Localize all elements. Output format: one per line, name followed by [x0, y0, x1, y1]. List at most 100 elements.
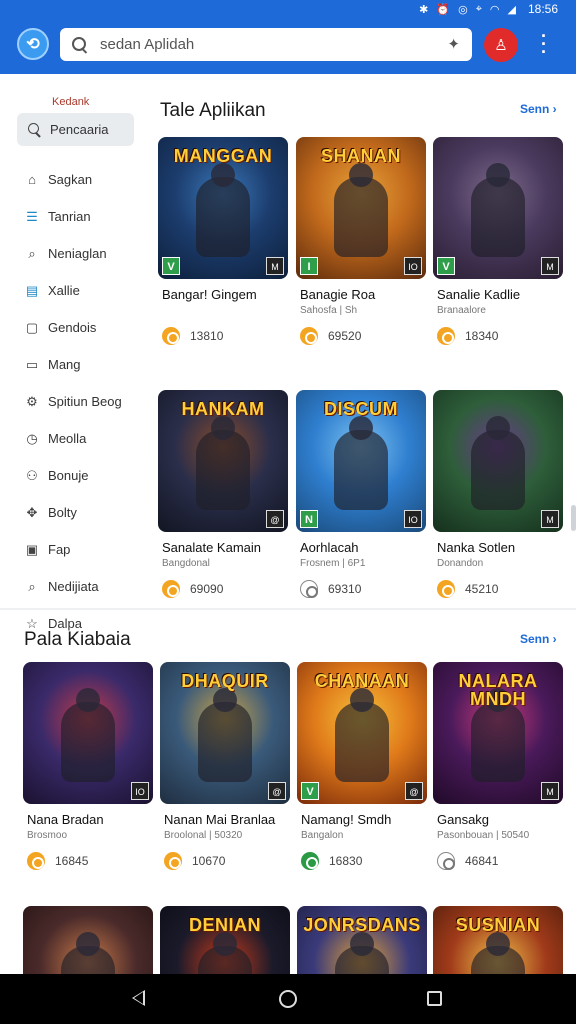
app-thumbnail[interactable]: DISCUM N IO [296, 390, 426, 532]
app-card[interactable]: IO Nana Bradan Brosmoo 16845 [23, 662, 153, 870]
section-title-featured: Pala Kiabaia [24, 629, 131, 650]
app-name: Nana Bradan [27, 812, 104, 827]
alarm-icon: ⏰ [436, 3, 451, 16]
app-subtitle: Bangalon [301, 830, 344, 841]
sidebar-item[interactable]: ▣ Fap [0, 531, 145, 568]
app-card[interactable]: DHAQUIR @ Nanan Mai Branlaa Broolonal | 503… [160, 662, 290, 870]
overflow-menu-icon[interactable]: · · · [536, 27, 552, 61]
thumbnail-character [198, 688, 252, 782]
app-rating: 69310 [300, 580, 361, 598]
sidebar: Kedank Pencaaria ⌂ Sagkan ☰ Tanrian ⌕ Neniagl… [0, 74, 145, 631]
publisher-badge-icon: M [266, 257, 284, 275]
scroll-edge-hint[interactable] [571, 505, 576, 531]
app-thumbnail[interactable]: SHANAN I IO [296, 137, 426, 279]
sidebar-item-label: Gendois [48, 320, 97, 335]
app-rating: 69520 [300, 327, 361, 345]
app-thumbnail[interactable]: MANGGAN V M [158, 137, 288, 279]
app-name: Sanalie Kadlie [437, 287, 521, 302]
status-icons: ✱ ⏰ ◎ ⌖ ◠ ◢ 18:56 [419, 2, 558, 16]
app-name: Sanalate Kamain [162, 540, 262, 555]
thumbnail-character [196, 416, 250, 510]
app-rating: 46841 [437, 852, 498, 870]
back-icon[interactable] [132, 990, 145, 1006]
sidebar-item[interactable]: ⌂ Sagkan [0, 161, 145, 198]
thumbnail-title: HANKAM [181, 399, 265, 419]
app-thumbnail[interactable]: IO [23, 662, 153, 804]
sidebar-item-label: Spitiun Beog [48, 394, 122, 409]
sidebar-item[interactable]: ✥ Bolty [0, 494, 145, 531]
app-rating: 45210 [437, 580, 498, 598]
status-bar: ✱ ⏰ ◎ ⌖ ◠ ◢ 18:56 [0, 0, 576, 18]
sidebar-item[interactable]: ⚙ Spitiun Beog [0, 383, 145, 420]
app-card[interactable]: HANKAM @ Sanalate Kamain Bangdonal 69090 [158, 390, 288, 598]
sidebar-item-label: Tanrian [48, 209, 91, 224]
app-thumbnail[interactable]: NALARA MNDH M [433, 662, 563, 804]
see-all-link-featured[interactable]: Senn › [520, 632, 557, 646]
app-thumbnail[interactable]: HANKAM @ [158, 390, 288, 532]
app-card[interactable]: V M Sanalie Kadlie Branaalore 18340 [433, 137, 563, 345]
sidebar-item[interactable]: ▢ Gendois [0, 309, 145, 346]
app-card[interactable]: M Nanka Sotlen Donandon 45210 [433, 390, 563, 598]
rating-badge-icon: V [301, 782, 319, 800]
app-name: Banagie Roa [300, 287, 376, 302]
thumbnail-character [196, 163, 250, 257]
gamepad-icon: ✥ [26, 504, 38, 520]
app-card[interactable]: CHANAAN V @ Namang! Smdh Bangalon 16830 [297, 662, 427, 870]
coin-icon [162, 327, 180, 345]
sidebar-search-label: Pencaaria [50, 122, 109, 137]
section-title-top-apps: Tale Apliikan [160, 100, 266, 121]
rating-badge-icon: N [300, 510, 318, 528]
thumbnail-character [471, 416, 525, 510]
thumbnail-title: CHANAAN [314, 671, 410, 691]
app-thumbnail[interactable]: DHAQUIR @ [160, 662, 290, 804]
search-icon: ⌕ [28, 578, 36, 594]
app-card[interactable]: MANGGAN V M Bangar! Gingem 13810 [158, 137, 288, 345]
sidebar-item[interactable]: ☰ Tanrian [0, 198, 145, 235]
sidebar-item[interactable]: ▤ Xallie [0, 272, 145, 309]
people-icon: ⚇ [26, 467, 38, 483]
app-subtitle: Pasonbouan | 50540 [437, 830, 530, 841]
recents-icon[interactable] [427, 991, 442, 1006]
app-card[interactable]: SHANAN I IO Banagie Roa Sahosfa | Sh 69520 [296, 137, 426, 345]
rating-value: 18340 [465, 329, 499, 343]
search-input[interactable] [100, 36, 430, 53]
publisher-badge-icon: M [541, 510, 559, 528]
sidebar-item[interactable]: ⚇ Bonuje [0, 457, 145, 494]
app-thumbnail[interactable]: VM [433, 137, 563, 279]
book-icon: ▤ [25, 282, 39, 298]
rating-value: 10670 [192, 854, 226, 868]
rating-badge-icon: V [162, 257, 180, 275]
app-rating: 13810 [162, 327, 223, 345]
publisher-badge-icon: @ [268, 782, 286, 800]
app-subtitle: Branaalore [437, 305, 486, 316]
avatar[interactable]: ♙ [484, 28, 518, 62]
thumbnail-character [334, 416, 388, 510]
document-icon: ▢ [25, 319, 39, 335]
sidebar-item[interactable]: ⌕ Neniaglan [0, 235, 145, 272]
sidebar-item[interactable]: ⌕ Nedijiata [0, 568, 145, 605]
app-rating: 18340 [437, 327, 498, 345]
app-logo-icon[interactable]: ⟲ [17, 28, 49, 60]
publisher-badge-icon: M [541, 257, 559, 275]
coin-icon [300, 580, 318, 598]
app-subtitle: Donandon [437, 558, 484, 569]
thumbnail-title: JONRSDANS [303, 915, 421, 935]
voice-search-icon[interactable]: ✦ [447, 35, 460, 53]
search-box[interactable]: ✦ [60, 28, 472, 61]
app-card[interactable]: DISCUM N IO Aorhlacah Frosnem | 6P1 69310 [296, 390, 426, 598]
user-icon: ♙ [494, 37, 508, 54]
sidebar-item[interactable]: ◷ Meolla [0, 420, 145, 457]
app-card[interactable]: NALARA MNDH M Gansakg Pasonbouan | 50540 468… [433, 662, 563, 870]
search-icon [72, 36, 88, 53]
sidebar-search-button[interactable]: Pencaaria [17, 113, 134, 146]
home-icon[interactable] [279, 990, 297, 1008]
rating-value: 16845 [55, 854, 89, 868]
coin-icon [162, 580, 180, 598]
app-bar: ⟲ ✦ ♙ ··· [0, 18, 576, 74]
coin-icon [300, 327, 318, 345]
see-all-link-top-apps[interactable]: Senn › [520, 102, 557, 116]
app-subtitle: Bangdonal [162, 558, 210, 569]
app-thumbnail[interactable]: M [433, 390, 563, 532]
app-thumbnail[interactable]: CHANAAN V @ [297, 662, 427, 804]
sidebar-item[interactable]: ▭ Mang [0, 346, 145, 383]
